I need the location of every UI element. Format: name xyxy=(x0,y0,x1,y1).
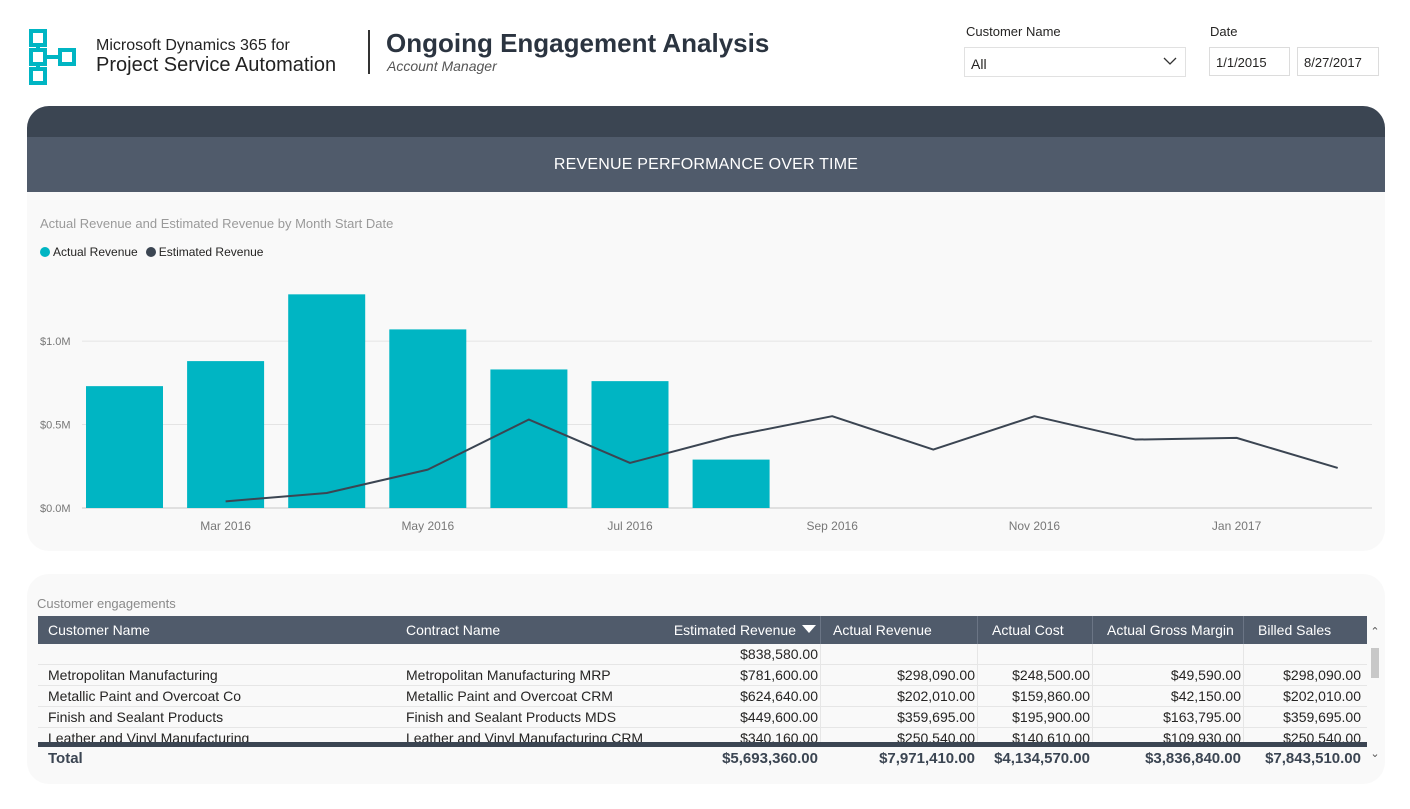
total-label: Total xyxy=(48,750,83,767)
column-header[interactable]: Billed Sales xyxy=(1243,616,1361,644)
column-header-label: Actual Revenue xyxy=(833,622,932,638)
total-cell: $5,693,360.00 xyxy=(722,750,818,767)
table-cell xyxy=(820,644,975,665)
column-header-label: Billed Sales xyxy=(1258,622,1332,638)
total-cell: $7,843,510.00 xyxy=(1265,750,1361,767)
table-cell: Metallic Paint and Overcoat Co xyxy=(48,688,241,704)
table-cell: $202,010.00 xyxy=(1243,686,1361,707)
page-title: Ongoing Engagement Analysis xyxy=(386,28,770,58)
table-cell xyxy=(406,644,656,665)
x-tick-label: Jul 2016 xyxy=(607,519,653,533)
table-cell xyxy=(48,644,393,665)
customer-filter-label: Customer Name xyxy=(966,24,1061,39)
y-tick-label: $0.5M xyxy=(40,420,71,432)
brand-line-1: Microsoft Dynamics 365 for xyxy=(96,37,290,54)
table-cell: $781,600.00 xyxy=(740,667,818,683)
column-header[interactable]: Actual Cost xyxy=(977,616,1090,644)
y-tick-label: $1.0M xyxy=(40,336,71,348)
table-cell: $838,580.00 xyxy=(740,646,818,662)
column-header[interactable]: Actual Gross Margin xyxy=(1092,616,1241,644)
brand-text: Microsoft Dynamics 365 for Project Servi… xyxy=(96,37,337,76)
date-from-input[interactable]: 1/1/2015 xyxy=(1209,47,1290,76)
brand-line-2: Project Service Automation xyxy=(96,53,337,76)
x-tick-label: Nov 2016 xyxy=(1009,519,1061,533)
bar-actual-revenue xyxy=(187,361,265,508)
bar-actual-revenue xyxy=(591,381,669,508)
table-cell: $359,695.00 xyxy=(820,707,975,728)
bar-actual-revenue xyxy=(288,294,366,508)
bar-actual-revenue xyxy=(490,369,568,508)
date-to-input[interactable]: 8/27/2017 xyxy=(1297,47,1379,76)
table-cell: $449,600.00 xyxy=(740,709,818,725)
table-cell: $298,090.00 xyxy=(820,665,975,686)
column-header[interactable]: Actual Revenue xyxy=(820,616,975,644)
x-tick-label: Mar 2016 xyxy=(200,519,251,533)
table-header: Customer Name Contract Name Estimated Reve… xyxy=(38,616,1367,644)
scroll-thumb[interactable] xyxy=(1371,648,1379,678)
total-cell: $3,836,840.00 xyxy=(1145,750,1241,767)
revenue-card: REVENUE PERFORMANCE OVER TIME Actual Rev… xyxy=(27,106,1385,551)
dynamics-logo-icon xyxy=(29,29,76,85)
table-cell: Metropolitan Manufacturing xyxy=(48,667,218,683)
date-filter-label: Date xyxy=(1210,24,1238,39)
table-cell: $359,695.00 xyxy=(1243,707,1361,728)
x-tick-label: Sep 2016 xyxy=(807,519,859,533)
column-header-label: Contract Name xyxy=(406,622,501,638)
revenue-chart: $0.0M $0.5M $1.0M Mar 2016 May 2016 Jul 2016 S… xyxy=(40,294,1372,533)
table-scrollbar[interactable]: ⌃ ⌄ xyxy=(1369,620,1381,765)
x-tick-label: Jan 2017 xyxy=(1212,519,1262,533)
table-cell: $202,010.00 xyxy=(820,686,975,707)
table-row[interactable]: Metallic Paint and Overcoat Co Metallic P… xyxy=(38,686,1367,707)
column-header-label: Actual Gross Margin xyxy=(1107,622,1234,638)
y-tick-label: $0.0M xyxy=(40,503,71,515)
table-cell: $163,795.00 xyxy=(1092,707,1241,728)
column-header[interactable]: Contract Name xyxy=(406,616,656,644)
sort-descending-icon xyxy=(796,622,816,638)
customer-filter-value: All xyxy=(971,56,987,72)
table-row[interactable]: $838,580.00 xyxy=(38,644,1367,665)
table-cell: $42,150.00 xyxy=(1092,686,1241,707)
table-cell: Metropolitan Manufacturing MRP xyxy=(406,667,611,683)
total-cell xyxy=(406,747,656,771)
table-cell xyxy=(1243,644,1361,665)
table-cell: $624,640.00 xyxy=(740,688,818,704)
table-cell: $248,500.00 xyxy=(977,665,1090,686)
total-cell: $7,971,410.00 xyxy=(879,750,975,767)
customer-filter-dropdown[interactable]: All xyxy=(964,47,1186,77)
table-cell: Finish and Sealant Products xyxy=(48,709,224,725)
column-header[interactable]: Estimated Revenue xyxy=(660,616,820,644)
table-total-row: Total $5,693,360.00 $7,971,410.00 $4,134,57… xyxy=(38,747,1367,771)
table-title: Customer engagements xyxy=(37,596,176,611)
column-header[interactable]: Customer Name xyxy=(48,616,393,644)
scroll-down-icon[interactable]: ⌄ xyxy=(1369,748,1381,760)
table-cell: Metallic Paint and Overcoat CRM xyxy=(406,688,613,704)
table-cell: $298,090.00 xyxy=(1243,665,1361,686)
header-divider xyxy=(368,30,370,74)
bar-actual-revenue xyxy=(692,459,770,508)
bar-actual-revenue xyxy=(86,386,163,508)
total-cell: $4,134,570.00 xyxy=(994,750,1090,767)
column-header-label: Actual Cost xyxy=(992,622,1064,638)
table-cell: $49,590.00 xyxy=(1092,665,1241,686)
table-cell xyxy=(1092,644,1241,665)
table-row[interactable]: Metropolitan Manufacturing Metropolitan M… xyxy=(38,665,1367,686)
table-cell xyxy=(977,644,1090,665)
chevron-down-icon xyxy=(1163,57,1177,65)
table-body: $838,580.00 Metropolitan Manufacturing Met… xyxy=(38,644,1367,744)
table-cell: $195,900.00 xyxy=(977,707,1090,728)
table-cell: $159,860.00 xyxy=(977,686,1090,707)
bar-actual-revenue xyxy=(389,329,467,508)
column-header-label: Customer Name xyxy=(48,622,150,638)
table-cell: Finish and Sealant Products MDS xyxy=(406,709,617,725)
x-tick-label: May 2016 xyxy=(401,519,454,533)
engagements-card: Customer engagements Customer Name Contra… xyxy=(27,574,1385,784)
scroll-up-icon[interactable]: ⌃ xyxy=(1369,626,1381,638)
column-header-label: Estimated Revenue xyxy=(673,622,796,638)
table-row[interactable]: Finish and Sealant Products Finish and Se… xyxy=(38,707,1367,728)
page-subtitle: Account Manager xyxy=(387,58,497,74)
